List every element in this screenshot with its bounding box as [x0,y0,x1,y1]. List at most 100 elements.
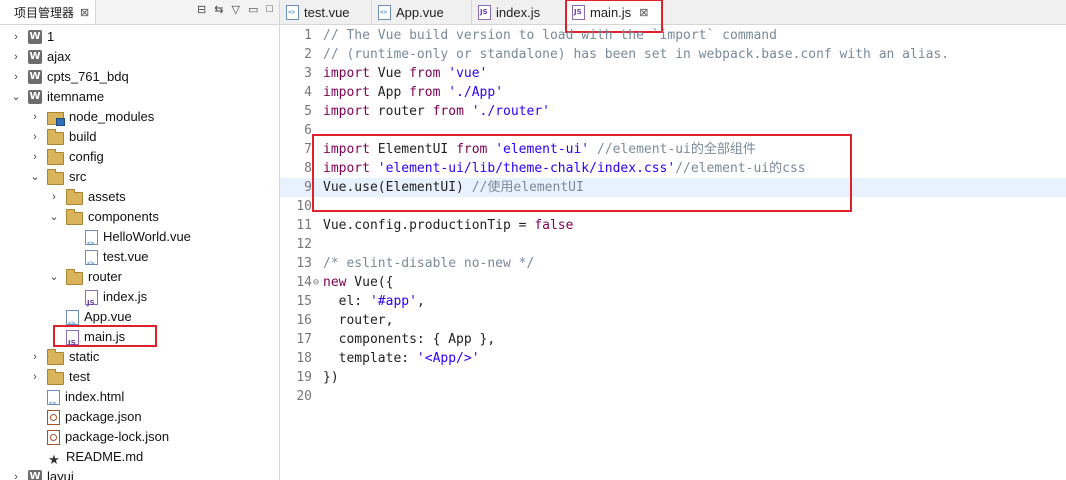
code-highlight-box [312,134,852,212]
tree-item[interactable]: ›HelloWorld.vue [67,227,191,254]
vue-file-icon [66,309,79,334]
code-line[interactable]: 17 components: { App }, [280,330,1066,349]
tree-item[interactable]: › Wajax [10,47,71,67]
tree-item-label: components [88,209,159,224]
project-explorer: 项目管理器 ⊠ ⊟ ⇆ ▽ ▭ □ › W 1 › Wajax › Wcpts_761_bd… [0,0,280,480]
chevron-right-icon[interactable]: › [29,147,41,167]
view-menu-icon[interactable]: ▽ [231,3,239,16]
line-number: 7 [304,142,312,157]
folder-icon [47,368,64,385]
chevron-right-icon[interactable]: › [10,67,22,87]
chevron-right-icon[interactable]: › [29,367,41,387]
code-line[interactable]: 20 [280,387,1066,406]
chevron-down-icon[interactable]: ⌄ [48,267,60,287]
tree-item-label: cpts_761_bdq [47,69,129,84]
line-number: 12 [296,237,312,252]
close-icon[interactable]: ⊠ [80,6,89,19]
line-number: 11 [296,218,312,233]
tree-item[interactable]: ›index.html [29,387,125,414]
code-line[interactable]: 14 ⊖ new Vue({ [280,273,1066,292]
line-number: 13 [296,256,312,271]
tree-item[interactable]: ›package.json [29,407,142,427]
tree-item[interactable]: › node_modules [29,107,154,127]
explorer-tab[interactable]: 项目管理器 ⊠ [0,0,97,24]
fold-icon[interactable]: ⊖ [313,273,319,292]
tree-item[interactable]: ⌄ router [48,267,122,287]
code-line[interactable]: 13 /* eslint-disable no-new */ [280,254,1066,273]
code-line[interactable]: 15 el: '#app', [280,292,1066,311]
link-editor-icon[interactable]: ⇆ [214,3,223,16]
project-icon: W [28,90,42,104]
code-line[interactable]: 11 Vue.config.productionTip = false [280,216,1066,235]
chevron-right-icon[interactable]: › [29,107,41,127]
chevron-right-icon[interactable]: › [10,467,22,480]
tree-item[interactable]: ›index.js [67,287,148,313]
code-line[interactable]: 3 import Vue from 'vue' [280,64,1066,83]
tree-item-label: package-lock.json [65,429,170,444]
tree-item-label: index.html [65,389,125,404]
collapse-all-icon[interactable]: ⊟ [197,3,206,16]
code-line[interactable]: 5 import router from './router' [280,102,1066,121]
line-number: 10 [296,199,312,214]
tree-item[interactable]: › W 1 [10,27,54,47]
tree-item-label: build [69,129,97,144]
editor-tabs: test.vueApp.vueindex.jsmain.js⊠ [280,0,1066,25]
tree-item[interactable]: ›test.vue [67,247,149,274]
tree-item[interactable]: › build [29,127,96,147]
tree-item[interactable]: ⌄ components [48,207,159,227]
tree-item[interactable]: ⌄ Witemname [10,87,104,107]
code-line[interactable]: 12 [280,235,1066,254]
chevron-right-icon[interactable]: › [29,347,41,367]
code-line[interactable]: 18 template: '<App/>' [280,349,1066,368]
code-line[interactable]: 4 import App from './App' [280,83,1066,102]
project-icon: W [28,50,42,64]
tab-test-vue[interactable]: test.vue [280,0,372,24]
code-line[interactable]: 1 // The Vue build version to load with t… [280,26,1066,45]
tree-item[interactable]: ⌄ src [29,167,86,187]
tree-item[interactable]: › static [29,347,99,367]
chevron-down-icon[interactable]: ⌄ [10,87,22,107]
line-number: 4 [304,85,312,100]
maximize-icon[interactable]: □ [266,3,273,16]
tab-label: App.vue [396,4,444,20]
tree-item[interactable]: › test [29,367,90,387]
tree-item[interactable]: ›package-lock.json [29,427,169,447]
tree-item[interactable]: › assets [48,187,126,207]
tree-item-label: test [69,369,90,384]
project-icon: W [28,470,42,480]
tree-item-label: package.json [65,409,142,424]
code-line[interactable]: 2 // (runtime-only or standalone) has bee… [280,45,1066,64]
chevron-down-icon[interactable]: ⌄ [48,207,60,227]
code-area[interactable]: 1 // The Vue build version to load with t… [280,25,1066,480]
vue-file-icon [85,229,98,254]
tree-item[interactable]: ›App.vue [48,307,132,334]
tree-item[interactable]: › config [29,147,104,167]
tree-item-label: index.js [103,289,148,304]
explorer-toolbar: ⊟ ⇆ ▽ ▭ □ [197,3,273,16]
chevron-right-icon[interactable]: › [29,127,41,147]
code-text: import Vue from 'vue' [323,66,488,81]
minimize-icon[interactable]: ▭ [248,3,258,16]
tree-item[interactable]: ›★README.md [29,447,143,467]
js-file-icon [478,4,491,20]
tree-item-label: router [88,269,122,284]
tree-item[interactable]: › Wlayui [10,467,74,480]
folder-icon [47,348,64,365]
code-text: new Vue({ [323,275,394,290]
vue-file-icon [378,4,391,20]
tree-item-label: 1 [47,29,55,44]
chevron-right-icon[interactable]: › [48,187,60,207]
chevron-right-icon[interactable]: › [10,47,22,67]
tab-label: index.js [496,4,541,20]
chevron-down-icon[interactable]: ⌄ [29,167,41,187]
code-line[interactable]: 19}) [280,368,1066,387]
library-folder-icon [47,111,65,126]
vue-file-icon [85,249,98,274]
code-text: el: '#app', [323,294,425,309]
tab-label: test.vue [304,4,350,20]
chevron-right-icon[interactable]: › [10,27,22,47]
code-line[interactable]: 16 router, [280,311,1066,330]
tree-item[interactable]: › Wcpts_761_bdq [10,67,129,87]
tab-index-js[interactable]: index.js [472,0,566,24]
tab-App-vue[interactable]: App.vue [372,0,472,24]
